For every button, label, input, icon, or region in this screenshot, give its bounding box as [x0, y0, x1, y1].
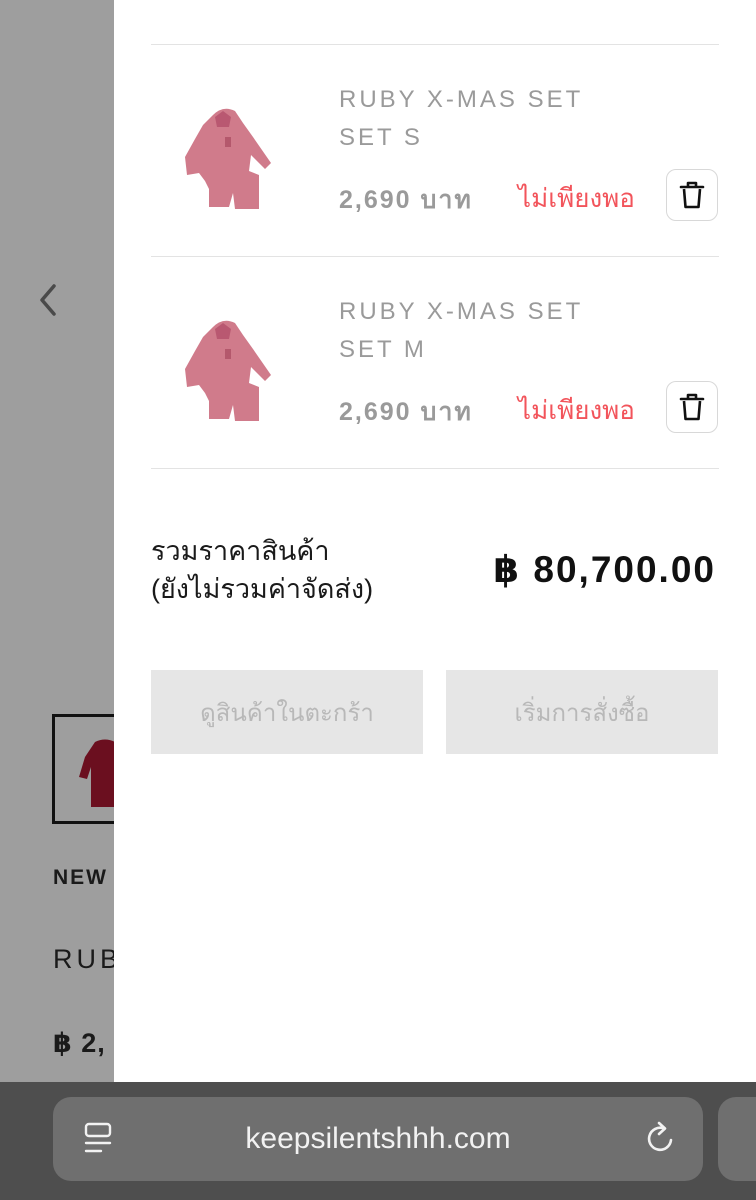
product-price: ฿ 2, — [53, 1028, 106, 1058]
next-tab-pill[interactable] — [718, 1097, 756, 1181]
back-chevron-icon[interactable] — [34, 280, 62, 320]
browser-toolbar: keepsilentshhh.com — [0, 1082, 756, 1200]
total-label-line2: (ยังไม่รวมค่าจัดส่ง) — [151, 574, 374, 604]
trash-icon — [679, 181, 705, 209]
product-image — [185, 320, 271, 421]
cart-item: RUBY X-MAS SET SET S 2,690 บาท ไม่เพียงพ… — [151, 45, 719, 257]
item-name: RUBY X-MAS SET — [339, 298, 584, 325]
trash-icon — [679, 393, 705, 421]
item-price: 2,690 บาท — [339, 398, 473, 426]
total-label-line1: รวมราคาสินค้า — [151, 536, 330, 566]
delete-item-button[interactable] — [666, 381, 718, 433]
view-cart-button[interactable]: ดูสินค้าในตะกร้า — [151, 670, 423, 754]
address-bar[interactable]: keepsilentshhh.com — [53, 1097, 703, 1181]
item-price: 2,690 บาท — [339, 186, 473, 214]
reload-icon[interactable] — [643, 1119, 679, 1157]
delete-item-button[interactable] — [666, 169, 718, 221]
new-badge: NEW — [53, 866, 108, 889]
cart-drawer: RUBY X-MAS SET SET S 2,690 บาท ไม่เพียงพ… — [114, 0, 756, 1082]
total-label: รวมราคาสินค้า (ยังไม่รวมค่าจัดส่ง) — [151, 532, 373, 608]
item-variant: SET M — [339, 336, 427, 363]
item-name: RUBY X-MAS SET — [339, 86, 584, 113]
stock-status: ไม่เพียงพอ — [518, 395, 635, 425]
item-variant: SET S — [339, 124, 423, 151]
product-name: RUB — [53, 944, 123, 974]
url-text: keepsilentshhh.com — [245, 1122, 511, 1155]
checkout-button[interactable]: เริ่มการสั่งซื้อ — [446, 670, 718, 754]
product-image — [185, 108, 271, 209]
cart-item: RUBY X-MAS SET SET M 2,690 บาท ไม่เพียงพ… — [151, 257, 719, 469]
total-amount: ฿ 80,700.00 — [493, 549, 716, 590]
stock-status: ไม่เพียงพอ — [518, 183, 635, 213]
